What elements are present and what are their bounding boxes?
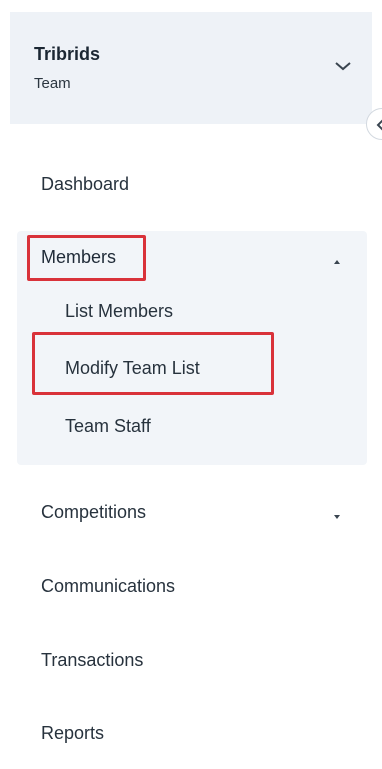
sidebar-item-communications[interactable]: Communications (41, 574, 175, 598)
team-switcher[interactable]: Tribrids Team (10, 12, 372, 124)
sidebar-item-transactions[interactable]: Transactions (41, 648, 143, 672)
sidebar-item-reports[interactable]: Reports (41, 721, 104, 745)
submenu-item-team-staff[interactable]: Team Staff (65, 414, 151, 438)
caret-up-icon[interactable] (333, 253, 341, 264)
chevron-down-icon[interactable] (331, 56, 355, 76)
submenu-item-list-members[interactable]: List Members (65, 299, 173, 323)
sidebar-item-competitions[interactable]: Competitions (41, 500, 146, 524)
sidebar-item-members[interactable]: Members (41, 245, 116, 269)
sidebar-item-dashboard[interactable]: Dashboard (41, 172, 129, 196)
team-name: Tribrids (34, 44, 101, 64)
members-group: Members List Members Modify Team List Te… (17, 231, 367, 465)
team-type: Team (34, 75, 71, 92)
caret-down-icon[interactable] (333, 508, 341, 519)
submenu-item-modify-team-list[interactable]: Modify Team List (65, 356, 200, 380)
